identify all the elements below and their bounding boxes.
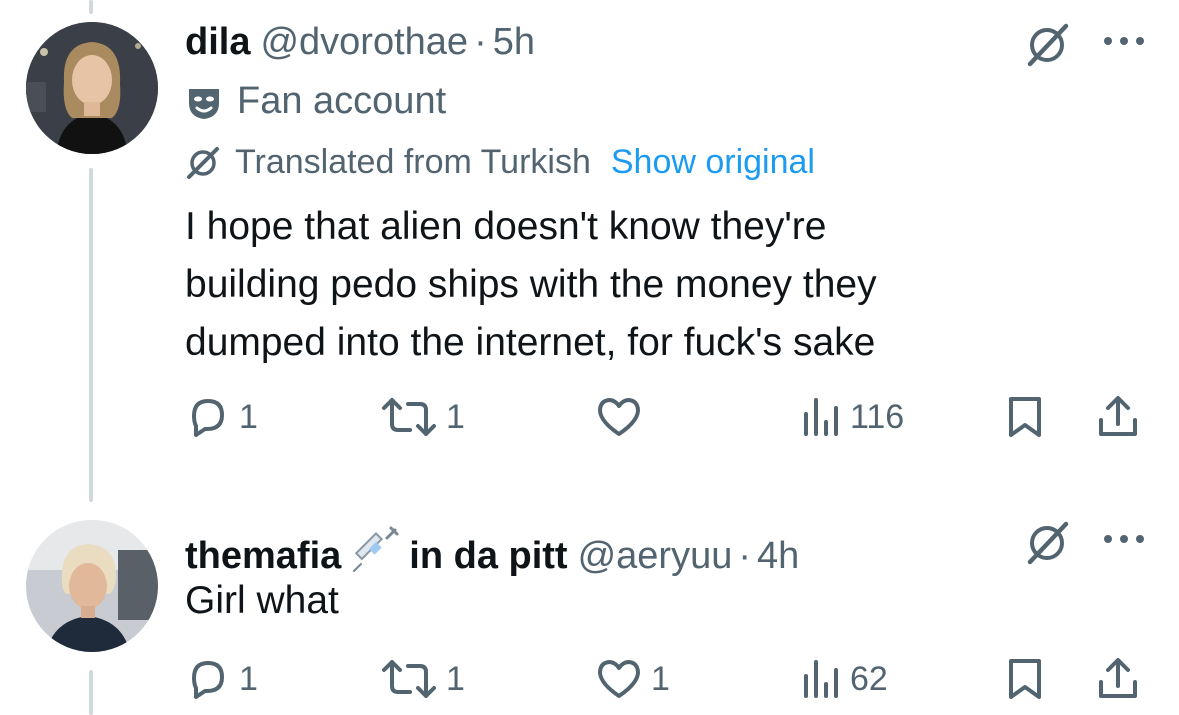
reply-button[interactable]: 1 bbox=[185, 394, 258, 440]
avatar-themafia[interactable] bbox=[26, 520, 158, 652]
thread-line-bottom bbox=[89, 670, 93, 715]
bookmark-button[interactable] bbox=[1003, 656, 1047, 702]
fan-account-text: Fan account bbox=[237, 80, 447, 122]
display-name[interactable]: dila bbox=[185, 20, 250, 64]
display-name-suffix[interactable]: in da pitt bbox=[409, 534, 567, 578]
heart-icon bbox=[598, 660, 640, 698]
views-icon bbox=[804, 660, 838, 698]
tweet-1-text: I hope that alien doesn't know they're b… bbox=[185, 198, 1085, 372]
more-icon[interactable] bbox=[1103, 532, 1145, 550]
show-original-link[interactable]: Show original bbox=[611, 143, 815, 182]
grok-translate-icon bbox=[187, 146, 219, 179]
views-icon bbox=[804, 398, 838, 436]
grok-icon[interactable] bbox=[1022, 518, 1072, 573]
syringe-emoji bbox=[353, 526, 399, 572]
repost-count: 1 bbox=[446, 659, 465, 698]
repost-count: 1 bbox=[446, 397, 465, 436]
tweet-text-line: dumped into the internet, for fuck's sak… bbox=[185, 321, 876, 364]
repost-button[interactable]: 1 bbox=[380, 394, 465, 440]
share-button[interactable] bbox=[1095, 394, 1141, 440]
share-button[interactable] bbox=[1095, 656, 1141, 702]
like-button[interactable]: 1 bbox=[595, 656, 670, 702]
translation-bar: Translated from Turkish Show original bbox=[185, 143, 815, 182]
tweet-2-header: themafia in da pitt @aeryuu · 4h bbox=[185, 518, 799, 578]
bookmark-button[interactable] bbox=[1003, 394, 1047, 440]
tweet-1-header: dila @dvorothae · 5h bbox=[185, 20, 535, 64]
reply-count: 1 bbox=[239, 397, 258, 436]
display-name[interactable]: themafia bbox=[185, 534, 341, 578]
views-count: 116 bbox=[850, 397, 905, 436]
tweet-2-text: Girl what bbox=[185, 579, 339, 622]
timestamp[interactable]: 5h bbox=[493, 20, 535, 64]
like-button[interactable] bbox=[595, 394, 651, 440]
reply-icon bbox=[192, 661, 224, 699]
tweet-1-actions: 1 1 116 bbox=[185, 394, 1145, 442]
views-button[interactable]: 62 bbox=[800, 656, 888, 702]
user-handle[interactable]: @aeryuu bbox=[578, 534, 733, 578]
repost-button[interactable]: 1 bbox=[380, 656, 465, 702]
timestamp[interactable]: 4h bbox=[757, 534, 799, 578]
tweet-text-line: building pedo ships with the money they bbox=[185, 263, 877, 306]
fan-account-label: Fan account bbox=[185, 80, 446, 123]
bookmark-icon bbox=[1009, 397, 1041, 437]
user-handle[interactable]: @dvorothae bbox=[260, 20, 468, 64]
grok-icon[interactable] bbox=[1022, 20, 1072, 75]
more-icon[interactable] bbox=[1103, 34, 1145, 52]
separator-dot: · bbox=[738, 535, 752, 577]
tweet-text-line: I hope that alien doesn't know they're bbox=[185, 205, 827, 248]
reply-count: 1 bbox=[239, 659, 258, 698]
reply-icon bbox=[192, 399, 224, 437]
heart-icon bbox=[598, 398, 640, 436]
bookmark-icon bbox=[1009, 659, 1041, 699]
repost-icon bbox=[382, 398, 436, 436]
separator-dot: · bbox=[474, 21, 487, 63]
share-icon bbox=[1099, 658, 1137, 698]
views-button[interactable]: 116 bbox=[800, 394, 904, 440]
thread-line-middle bbox=[89, 168, 93, 502]
repost-icon bbox=[382, 660, 436, 698]
reply-button[interactable]: 1 bbox=[185, 656, 258, 702]
share-icon bbox=[1099, 396, 1137, 436]
thread-line-top bbox=[89, 0, 93, 14]
fan-account-mask-icon bbox=[189, 88, 219, 119]
like-count: 1 bbox=[651, 659, 670, 698]
views-count: 62 bbox=[850, 659, 888, 698]
translated-from-text: Translated from Turkish bbox=[235, 143, 591, 181]
tweet-2-actions: 1 1 1 62 bbox=[185, 656, 1145, 704]
avatar-dila[interactable] bbox=[26, 22, 158, 154]
